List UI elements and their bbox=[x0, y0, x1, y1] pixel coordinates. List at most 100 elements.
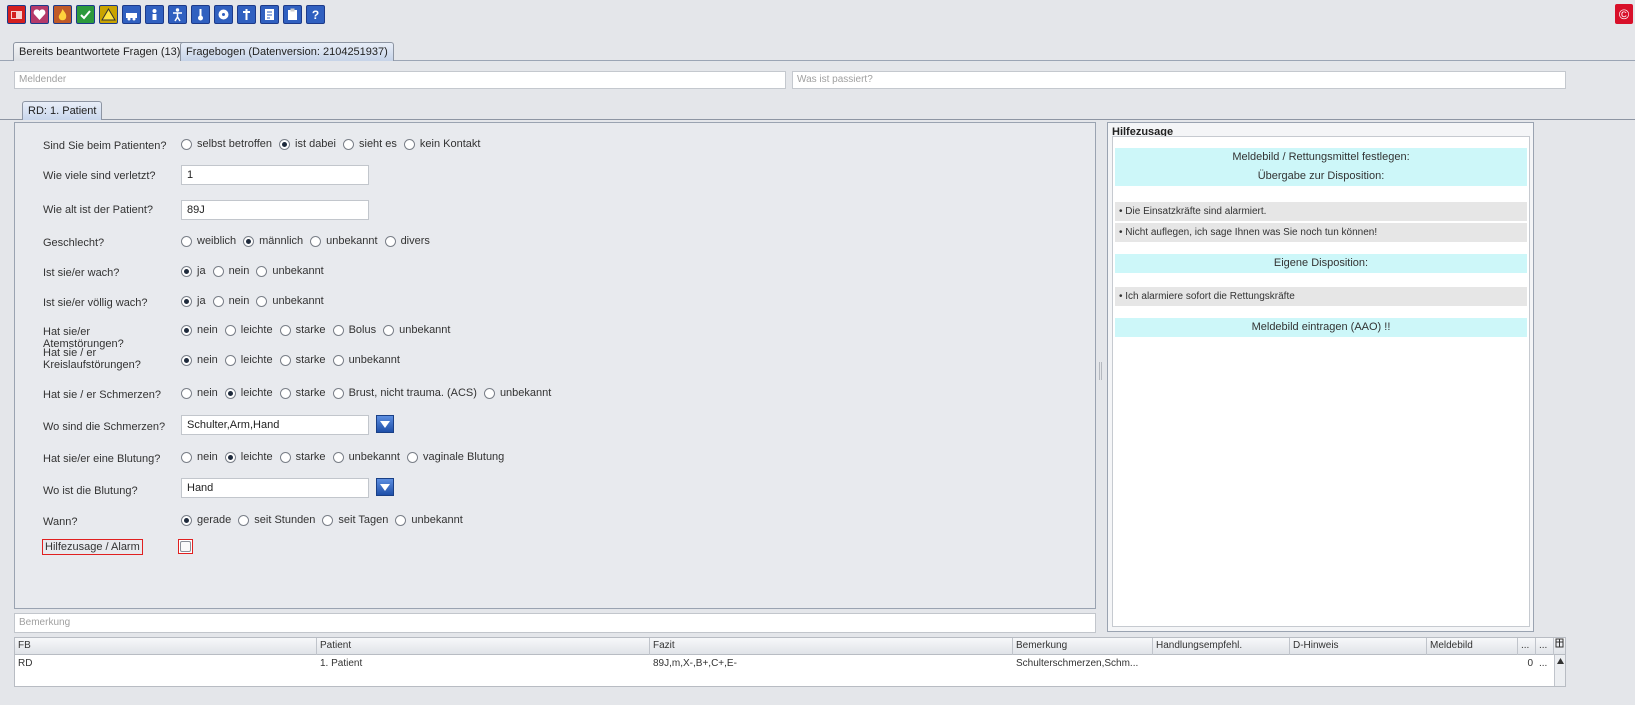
radio-option[interactable]: vaginale Blutung bbox=[406, 451, 504, 463]
injured-count-input[interactable]: 1 bbox=[181, 165, 369, 185]
radio-group-kreislauf: nein leichte starke unbekannt bbox=[181, 354, 407, 366]
radio-option[interactable]: männlich bbox=[243, 235, 303, 247]
chevron-down-icon bbox=[380, 421, 390, 428]
radio-option[interactable]: selbst betroffen bbox=[181, 138, 272, 150]
tab-patient-1[interactable]: RD: 1. Patient bbox=[22, 101, 103, 120]
radio-option[interactable]: kein Kontakt bbox=[403, 138, 480, 150]
radio-option[interactable]: leichte bbox=[224, 354, 273, 366]
fire-icon[interactable] bbox=[53, 5, 72, 24]
radio-option[interactable]: starke bbox=[279, 451, 326, 463]
radio-option[interactable]: nein bbox=[181, 324, 218, 336]
column-header[interactable]: Patient bbox=[317, 638, 650, 655]
medical-check-icon[interactable] bbox=[76, 5, 95, 24]
radio-option[interactable]: unbekannt bbox=[332, 354, 400, 366]
questionnaire-panel: Sind Sie beim Patienten? selbst betroffe… bbox=[14, 122, 1096, 609]
radio-option[interactable]: weiblich bbox=[181, 235, 236, 247]
bemerkung-input[interactable]: Bemerkung bbox=[14, 613, 1096, 633]
pain-location-input[interactable]: Schulter,Arm,Hand bbox=[181, 415, 369, 435]
category-red-icon[interactable] bbox=[7, 5, 26, 24]
radio-option[interactable]: sieht es bbox=[343, 138, 397, 150]
radio-option[interactable]: unbekannt bbox=[332, 451, 400, 463]
cell-patient: 1. Patient bbox=[320, 658, 363, 669]
radio-option[interactable]: leichte bbox=[224, 451, 273, 463]
column-chooser-icon[interactable] bbox=[1554, 638, 1566, 655]
radio-option[interactable]: nein bbox=[212, 295, 249, 307]
cell-more: ... bbox=[1539, 658, 1548, 669]
radio-option[interactable]: unbekannt bbox=[256, 265, 324, 277]
hilfe-instruction: Meldebild / Rettungsmittel festlegen: bbox=[1115, 148, 1527, 167]
radio-option[interactable]: ja bbox=[181, 265, 206, 277]
bleeding-location-input[interactable]: Hand bbox=[181, 478, 369, 498]
radio-option[interactable]: seit Tagen bbox=[322, 514, 388, 526]
radio-option[interactable]: nein bbox=[181, 354, 218, 366]
hilfe-instruction: Eigene Disposition: bbox=[1115, 254, 1527, 273]
what-happened-input[interactable]: Was ist passiert? bbox=[792, 71, 1566, 89]
radio-group-geschlecht: weiblich männlich unbekannt divers bbox=[181, 235, 437, 247]
column-header[interactable]: Fazit bbox=[650, 638, 1013, 655]
radio-option[interactable]: starke bbox=[279, 354, 326, 366]
radio-option[interactable]: unbekannt bbox=[310, 235, 378, 247]
radio-option[interactable]: ist dabei bbox=[279, 138, 336, 150]
column-header[interactable]: Bemerkung bbox=[1013, 638, 1153, 655]
radio-option[interactable]: leichte bbox=[224, 387, 273, 399]
bleeding-location-picker-button[interactable] bbox=[376, 478, 394, 496]
document-icon[interactable] bbox=[260, 5, 279, 24]
alarm-icon[interactable]: © bbox=[1615, 4, 1633, 24]
help-icon[interactable]: ? bbox=[306, 5, 325, 24]
radio-option[interactable]: starke bbox=[279, 324, 326, 336]
hilfe-bullet: • Die Einsatzkräfte sind alarmiert. bbox=[1115, 202, 1527, 221]
column-header[interactable]: Meldebild bbox=[1427, 638, 1518, 655]
radio-group-schmerzen: nein leichte starke Brust, nicht trauma.… bbox=[181, 387, 558, 399]
table-scrollbar[interactable] bbox=[1554, 655, 1565, 686]
heart-icon[interactable] bbox=[30, 5, 49, 24]
question-label: Ist sie/er völlig wach? bbox=[43, 297, 148, 309]
column-header[interactable]: Handlungsempfehl. bbox=[1153, 638, 1290, 655]
hilfezusage-panel: Hilfezusage Meldebild / Rettungsmittel f… bbox=[1107, 122, 1534, 632]
patient-tabbar: RD: 1. Patient bbox=[0, 100, 1635, 120]
tab-questionnaire[interactable]: Fragebogen (Datenversion: 2104251937) bbox=[180, 42, 394, 61]
radio-option[interactable]: gerade bbox=[181, 514, 231, 526]
radio-option[interactable]: unbekannt bbox=[383, 324, 450, 336]
hilfezusage-checkbox[interactable] bbox=[178, 539, 193, 554]
radio-option[interactable]: unbekannt bbox=[483, 387, 551, 399]
radio-option[interactable]: Brust, nicht trauma. (ACS) bbox=[332, 387, 477, 399]
radio-group-voellig-wach: ja nein unbekannt bbox=[181, 295, 331, 307]
hazard-icon[interactable] bbox=[99, 5, 118, 24]
radio-group-atemstoerungen: nein leichte starke Bolus unbekannt bbox=[181, 324, 457, 336]
radio-option[interactable]: Bolus bbox=[332, 324, 376, 336]
radio-option[interactable]: nein bbox=[181, 451, 218, 463]
radio-option[interactable]: leichte bbox=[224, 324, 273, 336]
tab-answered-questions[interactable]: Bereits beantwortete Fragen (13) bbox=[13, 42, 187, 61]
cross-icon[interactable] bbox=[237, 5, 256, 24]
question-label: Wie viele sind verletzt? bbox=[43, 170, 156, 182]
radio-option[interactable]: nein bbox=[181, 387, 218, 399]
question-label: Ist sie/er wach? bbox=[43, 267, 120, 279]
column-header[interactable]: ... bbox=[1518, 638, 1536, 655]
radiation-icon[interactable] bbox=[214, 5, 233, 24]
radio-option[interactable]: nein bbox=[212, 265, 249, 277]
panel-splitter[interactable] bbox=[1098, 122, 1104, 609]
radio-option[interactable]: divers bbox=[384, 235, 430, 247]
radio-option[interactable]: seit Stunden bbox=[238, 514, 315, 526]
column-header[interactable]: ... bbox=[1536, 638, 1554, 655]
radio-option[interactable]: starke bbox=[279, 387, 326, 399]
cell-bemerkung: Schulterschmerzen,Schm... bbox=[1016, 658, 1139, 669]
accessibility-icon[interactable] bbox=[168, 5, 187, 24]
cell-count: 0 bbox=[1527, 658, 1533, 669]
radio-option[interactable]: unbekannt bbox=[256, 295, 324, 307]
car-icon[interactable] bbox=[122, 5, 141, 24]
pain-location-picker-button[interactable] bbox=[376, 415, 394, 433]
thermometer-icon[interactable] bbox=[191, 5, 210, 24]
question-label: Wo sind die Schmerzen? bbox=[43, 421, 166, 433]
clipboard-icon[interactable] bbox=[283, 5, 302, 24]
person-icon[interactable] bbox=[145, 5, 164, 24]
meldender-input[interactable]: Meldender bbox=[14, 71, 786, 89]
cell-fb: RD bbox=[18, 658, 33, 669]
patient-age-input[interactable]: 89J bbox=[181, 200, 369, 220]
radio-group-beim-patienten: selbst betroffen ist dabei sieht es kein… bbox=[181, 138, 487, 150]
column-header[interactable]: D-Hinweis bbox=[1290, 638, 1427, 655]
scroll-up-icon[interactable] bbox=[1556, 657, 1565, 665]
column-header[interactable]: FB bbox=[15, 638, 317, 655]
radio-option[interactable]: unbekannt bbox=[395, 514, 463, 526]
radio-option[interactable]: ja bbox=[181, 295, 206, 307]
